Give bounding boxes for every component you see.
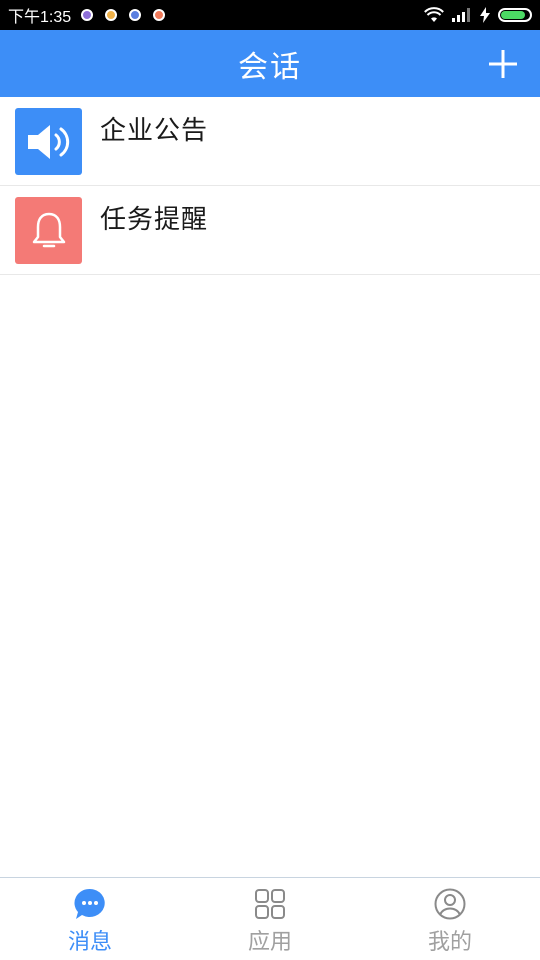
tab-label: 我的 <box>427 930 472 955</box>
tab-label: 应用 <box>247 930 292 955</box>
status-bar: 下午1:35 <box>0 0 540 30</box>
status-indicators <box>424 7 532 23</box>
notification-icon <box>153 9 166 21</box>
speaker-icon <box>27 124 69 159</box>
status-time: 下午1:35 <box>8 9 72 26</box>
chat-bubble-icon <box>74 888 105 919</box>
tab-apps[interactable]: 应用 <box>180 878 360 960</box>
signal-icon <box>452 8 470 22</box>
wifi-icon <box>424 7 444 22</box>
charging-icon <box>480 7 490 23</box>
user-icon <box>434 888 466 920</box>
grid-icon <box>255 889 285 919</box>
bell-icon <box>32 212 65 247</box>
battery-icon <box>498 8 532 22</box>
notification-icon <box>81 9 94 21</box>
page-title: 会话 <box>238 49 302 85</box>
conversation-title: 企业公告 <box>100 116 209 146</box>
notification-icon <box>105 9 118 21</box>
conversation-title: 任务提醒 <box>100 205 209 235</box>
conversation-list: 企业公告 任务提醒 <box>0 97 540 275</box>
bottom-tab-bar: 消息 应用 我的 <box>0 877 540 960</box>
notification-icon <box>129 9 142 21</box>
conversation-item-task-reminder[interactable]: 任务提醒 <box>0 186 540 275</box>
announcement-icon-tile <box>15 108 82 175</box>
tab-label: 消息 <box>67 930 112 955</box>
tab-messages[interactable]: 消息 <box>0 878 180 960</box>
reminder-icon-tile <box>15 197 82 264</box>
plus-icon[interactable] <box>488 49 518 79</box>
app-header: 会话 <box>0 30 540 97</box>
conversation-item-announcement[interactable]: 企业公告 <box>0 97 540 186</box>
tab-profile[interactable]: 我的 <box>360 878 540 960</box>
